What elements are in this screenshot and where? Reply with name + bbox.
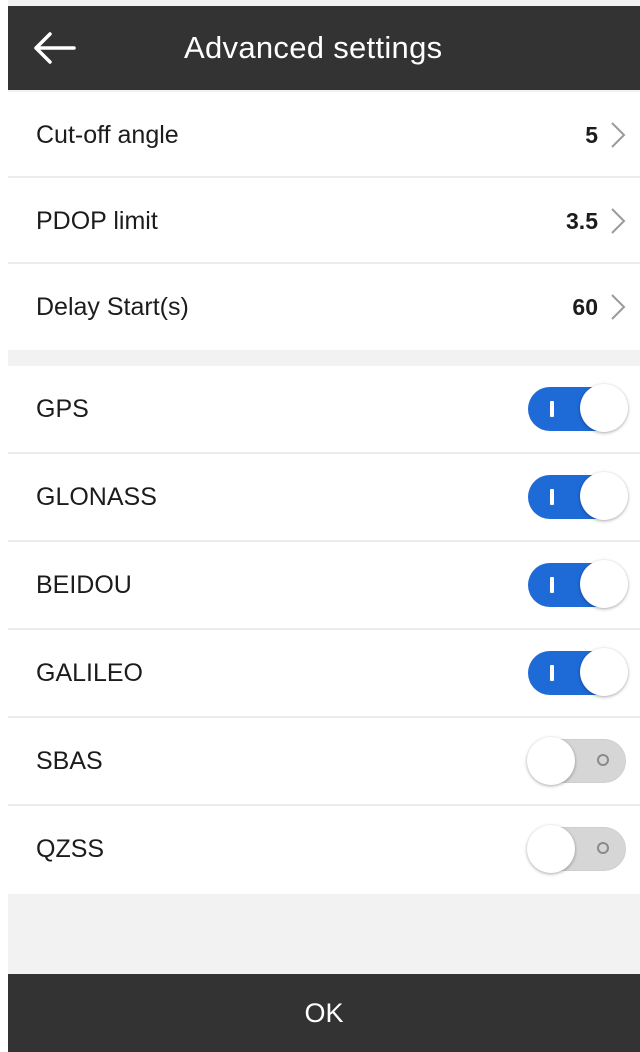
system-label: BEIDOU <box>36 571 132 599</box>
setting-row-cutoff-angle[interactable]: Cut-off angle 5 <box>8 92 640 178</box>
gps-toggle[interactable] <box>528 384 628 432</box>
setting-label: PDOP limit <box>36 207 158 235</box>
setting-label: Delay Start(s) <box>36 293 189 321</box>
parameter-list: Cut-off angle 5 PDOP limit 3.5 Delay Sta… <box>8 92 640 350</box>
system-row-galileo: GALILEO <box>8 630 640 718</box>
glonass-toggle[interactable] <box>528 472 628 520</box>
toggle-knob <box>580 560 628 608</box>
back-button[interactable] <box>8 6 100 90</box>
setting-value: 3.5 <box>566 208 598 234</box>
toggle-knob <box>527 737 575 785</box>
toggle-knob <box>580 472 628 520</box>
toggle-knob <box>580 384 628 432</box>
on-mark-icon <box>550 665 554 681</box>
sbas-toggle[interactable] <box>527 737 626 785</box>
qzss-toggle[interactable] <box>527 825 626 873</box>
on-mark-icon <box>550 489 554 505</box>
app-header: Advanced settings <box>8 6 640 90</box>
chevron-right-icon <box>611 122 626 148</box>
system-row-glonass: GLONASS <box>8 454 640 542</box>
setting-label: Cut-off angle <box>36 121 179 149</box>
setting-row-delay-start[interactable]: Delay Start(s) 60 <box>8 264 640 350</box>
off-mark-icon <box>597 842 609 854</box>
system-label: GALILEO <box>36 659 143 687</box>
system-row-sbas: SBAS <box>8 718 640 806</box>
setting-value: 5 <box>585 122 598 148</box>
arrow-left-icon <box>34 32 76 64</box>
toggle-knob <box>580 648 628 696</box>
chevron-right-icon <box>611 294 626 320</box>
off-mark-icon <box>597 754 609 766</box>
galileo-toggle[interactable] <box>528 648 628 696</box>
chevron-right-icon <box>611 208 626 234</box>
page-title: Advanced settings <box>184 30 443 65</box>
system-row-beidou: BEIDOU <box>8 542 640 630</box>
system-label: GLONASS <box>36 483 157 511</box>
ok-label: OK <box>304 997 344 1028</box>
system-row-gps: GPS <box>8 366 640 454</box>
system-label: SBAS <box>36 747 103 775</box>
on-mark-icon <box>550 577 554 593</box>
setting-value: 60 <box>572 294 598 320</box>
ok-button[interactable]: OK <box>8 974 640 1052</box>
system-label: GPS <box>36 395 89 423</box>
left-edge <box>0 0 8 1052</box>
system-row-qzss: QZSS <box>8 806 640 894</box>
system-label: QZSS <box>36 835 105 863</box>
beidou-toggle[interactable] <box>528 560 628 608</box>
setting-row-pdop-limit[interactable]: PDOP limit 3.5 <box>8 178 640 264</box>
on-mark-icon <box>550 401 554 417</box>
satellite-system-list: GPS GLONASS BEIDOU GALILEO SBAS QZSS <box>8 366 640 894</box>
toggle-knob <box>527 825 575 873</box>
